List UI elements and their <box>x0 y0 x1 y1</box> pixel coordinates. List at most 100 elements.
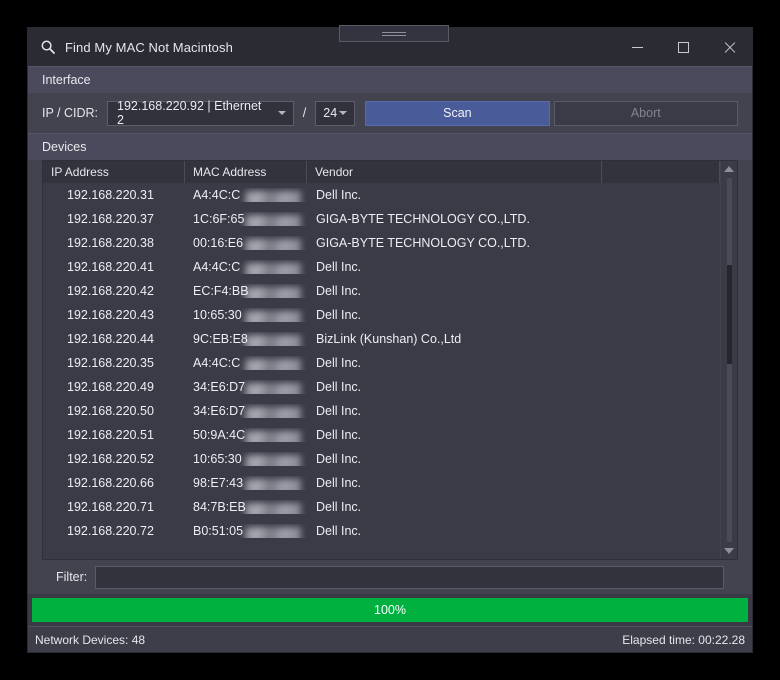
devices-area: IP Address MAC Address Vendor 192.168.22… <box>28 160 752 594</box>
table-row[interactable]: 192.168.220.51 50:9A:4C Dell Inc. <box>43 423 720 447</box>
table-row[interactable]: 192.168.220.72 B0:51:05 Dell Inc. <box>43 519 720 543</box>
cell-ip-address: 192.168.220.72 <box>67 524 154 538</box>
chevron-down-icon <box>277 111 286 115</box>
table-row[interactable]: 192.168.220.49 34:E6:D7 Dell Inc. <box>43 375 720 399</box>
cell-ip-address: 192.168.220.52 <box>67 452 154 466</box>
cell-vendor: Dell Inc. <box>316 380 362 394</box>
mac-visible-prefix: 84:7B:EB <box>193 500 246 514</box>
interface-group-header: Interface <box>28 66 752 93</box>
mac-visible-prefix: 9C:EB:E8 <box>193 332 248 346</box>
cell-mac-address: 00:16:E6 <box>185 236 307 250</box>
magnifier-icon <box>38 37 58 57</box>
mac-redaction-blur <box>245 383 301 394</box>
table-row[interactable]: 192.168.220.42 EC:F4:BB Dell Inc. <box>43 279 720 303</box>
table-row[interactable]: 192.168.220.31 A4:4C:C Dell Inc. <box>43 183 720 207</box>
cell-ip-address: 192.168.220.50 <box>67 404 154 418</box>
snap-handle-line <box>382 34 406 36</box>
mac-redaction-blur <box>245 263 301 274</box>
cell-mac-address: A4:4C:C <box>185 356 307 370</box>
table-row[interactable]: 192.168.220.66 98:E7:43 Dell Inc. <box>43 471 720 495</box>
cell-mac-address: 98:E7:43 <box>185 476 307 490</box>
title-bar[interactable]: Find My MAC Not Macintosh <box>28 25 752 66</box>
mac-visible-prefix: 10:65:30 <box>193 452 242 466</box>
mac-visible-prefix: 50:9A:4C <box>193 428 246 442</box>
cidr-separator: / <box>302 106 307 120</box>
table-row[interactable]: 192.168.220.37 1C:6F:65 GIGA-BYTE TECHNOLO… <box>43 207 720 231</box>
cell-mac-address: EC:F4:BB <box>185 284 307 298</box>
scrollbar-thumb[interactable] <box>726 265 732 364</box>
cell-mac-address: A4:4C:C <box>185 188 307 202</box>
status-elapsed-time: Elapsed time: 00:22.28 <box>622 632 745 647</box>
mac-redaction-blur <box>245 503 301 514</box>
cidr-select[interactable]: 24 <box>315 100 356 126</box>
cidr-select-value: 24 <box>323 106 338 120</box>
column-header-ip[interactable]: IP Address <box>43 161 185 183</box>
table-row[interactable]: 192.168.220.50 34:E6:D7 Dell Inc. <box>43 399 720 423</box>
devices-scrollbar[interactable] <box>720 161 737 559</box>
mac-redaction-blur <box>245 479 301 490</box>
cell-vendor: Dell Inc. <box>316 428 362 442</box>
cell-vendor: Dell Inc. <box>316 356 362 370</box>
mac-redaction-blur <box>245 335 301 346</box>
maximize-icon <box>677 41 689 53</box>
interface-select-value: 192.168.220.92 | Ethernet 2 <box>117 99 262 127</box>
minimize-button[interactable] <box>614 28 660 66</box>
interface-controls-row: IP / CIDR: 192.168.220.92 | Ethernet 2 /… <box>28 93 752 133</box>
cell-mac-address: 10:65:30 <box>185 452 307 466</box>
cell-mac-address: 84:7B:EB <box>185 500 307 514</box>
table-row[interactable]: 192.168.220.41 A4:4C:C Dell Inc. <box>43 255 720 279</box>
column-header-vendor[interactable]: Vendor <box>307 161 602 183</box>
mac-redaction-blur <box>245 527 301 538</box>
close-icon <box>723 41 736 54</box>
scroll-down-button[interactable] <box>721 543 737 559</box>
cell-vendor: Dell Inc. <box>316 284 362 298</box>
mac-visible-prefix: A4:4C:C <box>193 260 241 274</box>
chevron-down-icon <box>724 548 734 554</box>
mac-visible-prefix: A4:4C:C <box>193 188 241 202</box>
devices-table-header-row: IP Address MAC Address Vendor <box>43 161 720 183</box>
interface-select[interactable]: 192.168.220.92 | Ethernet 2 <box>107 99 294 127</box>
mac-visible-prefix: A4:4C:C <box>193 356 241 370</box>
scrollbar-track[interactable] <box>726 178 732 542</box>
table-row[interactable]: 192.168.220.38 00:16:E6 GIGA-BYTE TECHNOLO… <box>43 231 720 255</box>
column-header-mac[interactable]: MAC Address <box>185 161 307 183</box>
cell-vendor: Dell Inc. <box>316 452 362 466</box>
scan-button[interactable]: Scan <box>365 100 550 126</box>
mac-redaction-blur <box>245 215 301 226</box>
devices-table-body-wrap: IP Address MAC Address Vendor 192.168.22… <box>43 161 720 559</box>
devices-row-list[interactable]: 192.168.220.31 A4:4C:C Dell Inc. 192.168.22… <box>43 183 720 559</box>
table-row[interactable]: 192.168.220.44 9C:EB:E8 BizLink (Kunshan) … <box>43 327 720 351</box>
window-snap-handle[interactable] <box>339 25 449 42</box>
minimize-icon <box>631 46 643 48</box>
status-bar: Network Devices: 48 Elapsed time: 00:22.… <box>28 626 752 652</box>
app-window: Find My MAC Not Macintosh Interface IP /… <box>28 25 752 652</box>
cell-mac-address: 9C:EB:E8 <box>185 332 307 346</box>
mac-redaction-blur <box>245 359 301 370</box>
filter-input[interactable] <box>95 565 724 589</box>
table-row[interactable]: 192.168.220.71 84:7B:EB Dell Inc. <box>43 495 720 519</box>
mac-visible-prefix: 00:16:E6 <box>193 236 244 250</box>
chevron-up-icon <box>724 166 734 172</box>
column-header-extra[interactable] <box>602 161 720 183</box>
mac-visible-prefix: 10:65:30 <box>193 308 242 322</box>
close-button[interactable] <box>706 28 752 66</box>
cell-vendor: Dell Inc. <box>316 524 362 538</box>
abort-button[interactable]: Abort <box>553 100 738 126</box>
maximize-button[interactable] <box>660 28 706 66</box>
cell-mac-address: B0:51:05 <box>185 524 307 538</box>
table-row[interactable]: 192.168.220.43 10:65:30 Dell Inc. <box>43 303 720 327</box>
scroll-up-button[interactable] <box>721 161 737 177</box>
mac-visible-prefix: B0:51:05 <box>193 524 244 538</box>
table-row[interactable]: 192.168.220.52 10:65:30 Dell Inc. <box>43 447 720 471</box>
cell-mac-address: 1C:6F:65 <box>185 212 307 226</box>
cell-mac-address: 34:E6:D7 <box>185 404 307 418</box>
window-title: Find My MAC Not Macintosh <box>65 39 233 55</box>
cell-ip-address: 192.168.220.38 <box>67 236 154 250</box>
cell-ip-address: 192.168.220.31 <box>67 188 154 202</box>
progress-zone: 100% <box>28 594 752 626</box>
table-row[interactable]: 192.168.220.35 A4:4C:C Dell Inc. <box>43 351 720 375</box>
cell-ip-address: 192.168.220.71 <box>67 500 154 514</box>
cell-ip-address: 192.168.220.51 <box>67 428 154 442</box>
mac-visible-prefix: 98:E7:43 <box>193 476 244 490</box>
cell-vendor: Dell Inc. <box>316 308 362 322</box>
